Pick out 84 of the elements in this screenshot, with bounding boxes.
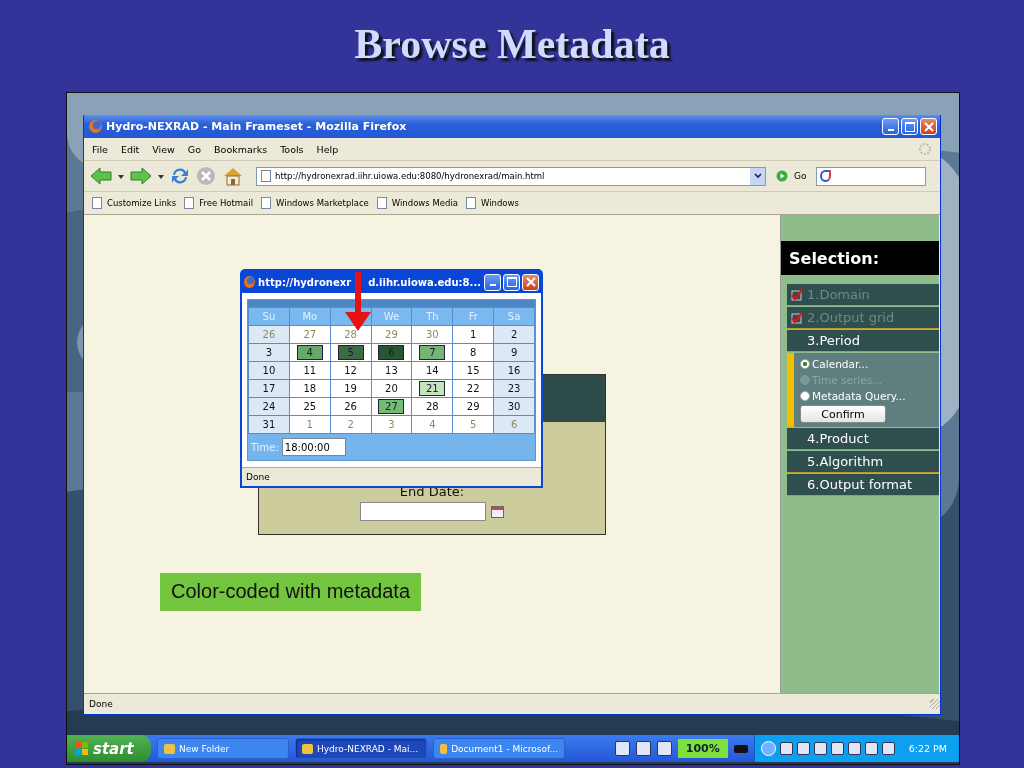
step-item[interactable]: 6.Output format xyxy=(787,474,939,496)
address-field[interactable]: http://hydronexrad.iihr.uiowa.edu:8080/hydronexrad/main.html xyxy=(256,166,766,186)
minimize-button[interactable] xyxy=(882,118,899,135)
weekday-header: We xyxy=(371,308,412,325)
app-icon xyxy=(440,743,448,754)
go-button[interactable]: Go xyxy=(772,170,811,182)
close-button[interactable] xyxy=(920,118,937,135)
time-field[interactable]: 18:00:00 xyxy=(281,438,346,456)
popup-title: http://hydronexr xyxy=(258,276,352,288)
window-title: Hydro-NEXRAD - Main Frameset - Mozilla Firefox xyxy=(106,120,408,133)
weekday-header: Fr xyxy=(453,308,494,325)
bookmark-link[interactable]: Windows Media xyxy=(376,197,458,209)
day-cell[interactable]: 27 xyxy=(378,399,405,414)
step-item[interactable]: 3.Period xyxy=(787,330,939,352)
bookmark-link[interactable]: Windows xyxy=(465,197,519,209)
app-icon xyxy=(302,743,313,754)
menu-item[interactable]: File xyxy=(92,143,108,155)
tray-icon[interactable] xyxy=(796,742,810,755)
tray-icon[interactable] xyxy=(614,741,630,756)
home-icon[interactable] xyxy=(222,166,244,186)
slide-title: Browse Metadata xyxy=(354,20,670,69)
search-field[interactable] xyxy=(816,166,927,186)
menu-item[interactable]: Go xyxy=(187,143,202,155)
tray-icon[interactable] xyxy=(864,742,878,755)
day-cell[interactable]: 21 xyxy=(419,381,446,396)
menu-item[interactable]: Bookmarks xyxy=(214,143,268,155)
weekday-header: Su xyxy=(249,308,289,325)
play-icon xyxy=(776,170,788,182)
maximize-button[interactable] xyxy=(901,118,918,135)
menu-item[interactable]: View xyxy=(152,143,175,155)
status-text: Done xyxy=(89,699,113,709)
firefox-icon xyxy=(89,120,102,133)
back-icon[interactable] xyxy=(90,167,112,185)
note-label: Color-coded with metadata xyxy=(160,573,421,611)
forward-icon[interactable] xyxy=(130,167,152,185)
weekday-header: Th xyxy=(412,308,453,325)
reload-icon[interactable] xyxy=(170,166,190,186)
throbber-icon xyxy=(918,142,932,156)
tray-icon[interactable] xyxy=(847,742,861,755)
checkbox-icon xyxy=(791,311,803,324)
search-engine-icon xyxy=(820,170,832,182)
tray-icon[interactable] xyxy=(881,742,895,755)
confirm-button[interactable]: Confirm xyxy=(800,405,886,423)
close-button[interactable] xyxy=(522,273,539,291)
day-cell[interactable]: 7 xyxy=(419,345,446,360)
tray-icon[interactable] xyxy=(830,742,844,755)
menu-item[interactable]: Edit xyxy=(120,143,140,155)
end-date-field[interactable] xyxy=(360,502,486,521)
radio-option[interactable]: Metadata Query... xyxy=(800,388,937,403)
weekday-header: Sa xyxy=(494,308,534,325)
selection-header: Selection: xyxy=(781,241,939,275)
clock: 6:22 PM xyxy=(908,743,947,754)
checkbox-icon xyxy=(791,288,803,301)
tray-icon[interactable] xyxy=(635,741,651,756)
taskbar-button[interactable]: Document1 - Microsof... xyxy=(433,738,565,759)
dropdown-icon[interactable] xyxy=(750,167,765,185)
tray-icon[interactable] xyxy=(656,741,672,756)
status-text: Done xyxy=(246,472,270,482)
plug-icon[interactable] xyxy=(733,744,748,753)
resize-grip[interactable] xyxy=(930,699,940,709)
app-icon xyxy=(164,743,175,754)
minimize-button[interactable] xyxy=(484,273,501,291)
taskbar-button[interactable]: New Folder xyxy=(157,738,289,759)
firefox-icon xyxy=(244,276,256,288)
page-icon xyxy=(261,170,271,182)
windows-flag-icon xyxy=(75,742,88,755)
day-cell[interactable]: 4 xyxy=(296,345,323,360)
tray-icon[interactable] xyxy=(779,742,793,755)
time-label: Time: xyxy=(251,441,279,453)
radio-option[interactable]: Calendar... xyxy=(800,356,937,371)
popup-title: d.iihr.uiowa.edu:8... xyxy=(368,276,481,288)
step-item[interactable]: 4.Product xyxy=(787,428,939,450)
bookmark-link[interactable]: Windows Marketplace xyxy=(261,197,369,209)
battery-meter[interactable]: 100% xyxy=(677,739,728,758)
calendar-icon[interactable] xyxy=(491,505,504,518)
bookmark-link[interactable]: Free Hotmail xyxy=(184,197,254,209)
menu-item[interactable]: Tools xyxy=(280,143,304,155)
bookmark-link[interactable]: Customize Links xyxy=(92,197,177,209)
tray-icon[interactable] xyxy=(813,742,827,755)
menu-item[interactable]: Help xyxy=(316,143,339,155)
taskbar-button[interactable]: Hydro-NEXRAD - Mai... xyxy=(295,738,427,759)
step-item[interactable]: 5.Algorithm xyxy=(787,451,939,473)
maximize-button[interactable] xyxy=(503,273,520,291)
weekday-header: Mo xyxy=(289,308,330,325)
